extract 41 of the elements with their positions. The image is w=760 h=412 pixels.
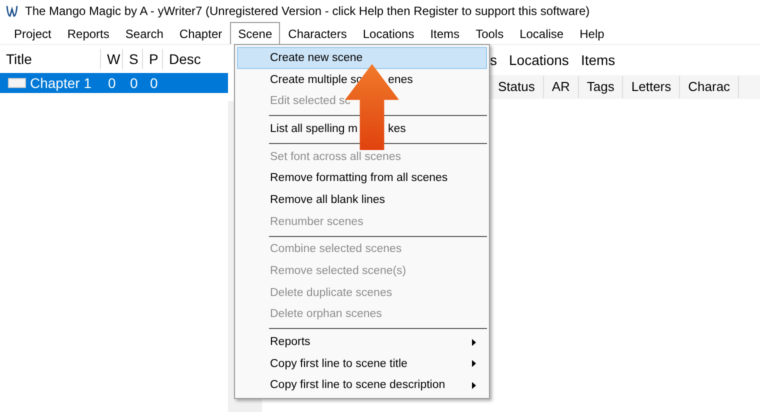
submenu-arrow-icon [472,338,476,346]
menu-item[interactable]: Remove all blank lines [237,189,487,211]
chapter-row[interactable]: Chapter 1 0 0 0 [0,73,228,93]
column-header[interactable]: AR [544,76,579,98]
menu-bar-item[interactable]: Reports [59,22,118,44]
menu-item[interactable]: Reports [237,331,487,353]
column-header[interactable]: Charac [680,76,740,98]
submenu-arrow-icon [472,360,476,368]
menu-item[interactable]: Create new scene [237,47,487,69]
menu-bar-item[interactable]: Chapter [171,22,230,44]
column-header[interactable]: Title [0,49,100,69]
menu-bar-item[interactable]: Locations [354,22,422,44]
table-cell-text: 0 [149,75,159,91]
menu-bar-item[interactable]: Characters [280,22,355,44]
menu-bar-item[interactable]: Scene [230,22,280,44]
menu-bar-item[interactable]: Localise [512,22,572,44]
column-header[interactable]: P [142,49,162,69]
menu-bar-item[interactable]: Tools [468,22,512,44]
column-header[interactable]: W [100,49,122,69]
column-header[interactable]: S [122,49,142,69]
menu-item[interactable]: Copy first line to scene description [237,374,487,396]
tab[interactable]: Items [580,52,616,68]
menu-bar-item[interactable]: Help [572,22,612,44]
menu-item[interactable]: Copy first line to scene title [237,352,487,375]
menu-item[interactable]: Remove formatting from all scenes [237,167,487,190]
column-header[interactable]: Tags [578,76,624,98]
tab[interactable]: Locations [509,52,569,68]
tab[interactable]: s [490,52,497,68]
column-header[interactable]: Desc [162,49,228,69]
submenu-arrow-icon [472,382,476,389]
menu-item[interactable]: List all spelling m kes [237,118,487,140]
table-cell: Chapter 1 [30,75,92,91]
table-cell-text: 0 [107,75,117,91]
chapter-icon [8,78,26,88]
window-title: The Mango Magic by A - yWriter7 (Unregistered Version - click Help then Register to support this software) [25,4,590,18]
column-header[interactable]: Letters [623,76,680,98]
menu-bar-item[interactable]: Items [422,22,468,44]
app-logo-icon [5,4,19,18]
menu-bar-item[interactable]: Project [6,22,60,44]
table-cell-text: 0 [129,75,139,91]
menu-bar-item[interactable]: Search [117,22,172,44]
